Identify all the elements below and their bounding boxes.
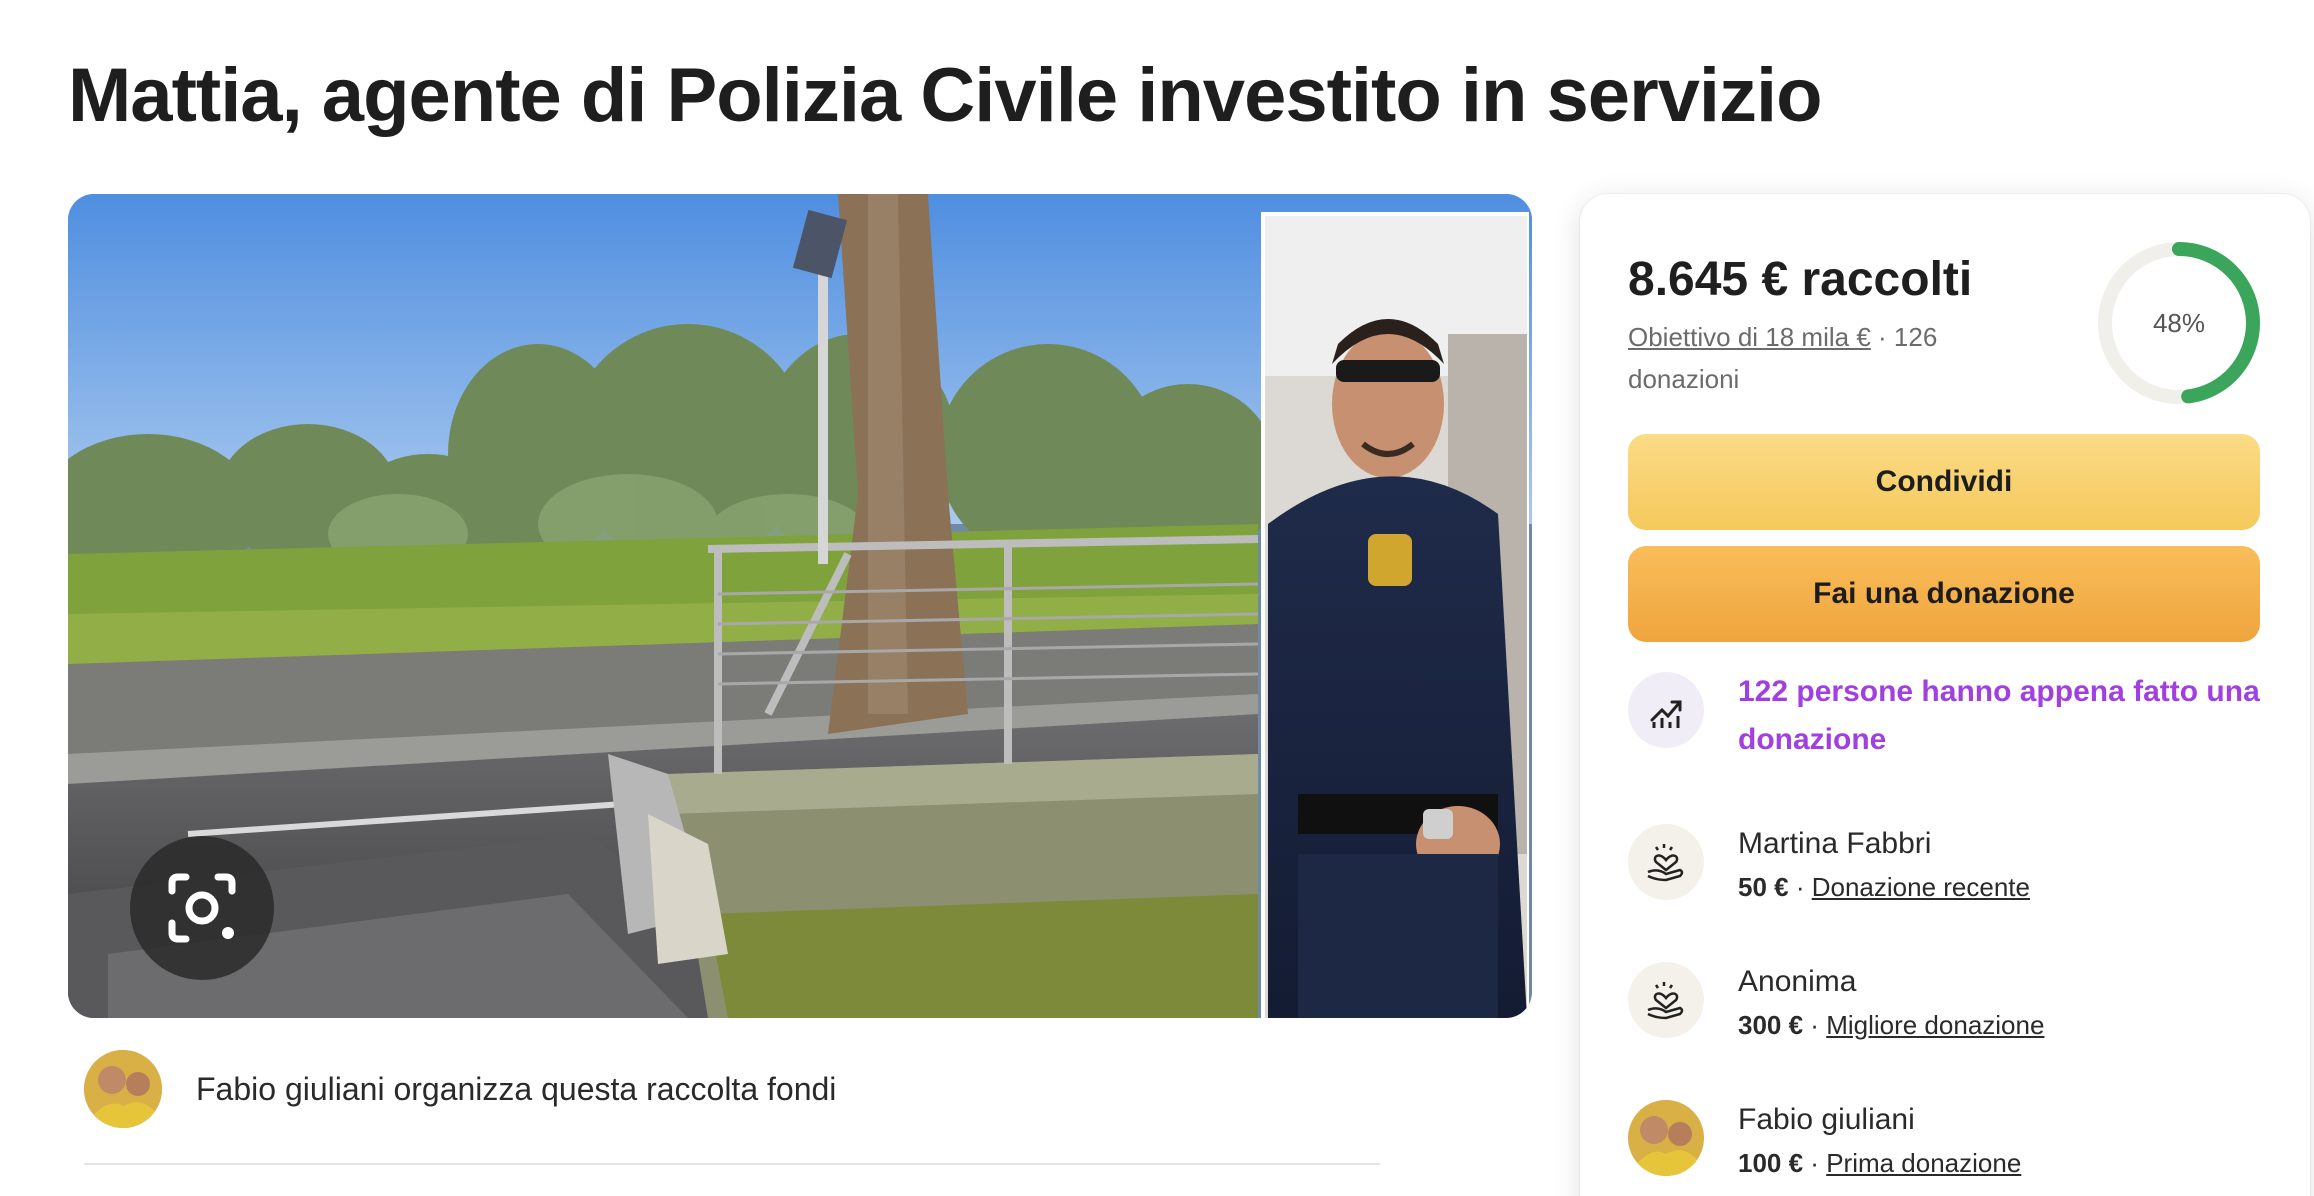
organizer-text: Fabio giuliani organizza questa raccolta… bbox=[196, 1070, 837, 1107]
recent-activity-text: 122 persone hanno appena fatto una donaz… bbox=[1738, 675, 2260, 756]
amount-raised: 8.645 € raccolti bbox=[1628, 253, 1973, 306]
donor-separator: · bbox=[1803, 1148, 1827, 1178]
donor-amount: 300 € bbox=[1738, 1010, 1804, 1040]
goal-separator: · bbox=[1870, 322, 1894, 352]
visual-search-button[interactable] bbox=[130, 836, 274, 980]
hero-photo bbox=[68, 194, 1532, 1018]
recent-activity: 122 persone hanno appena fatto una donaz… bbox=[1628, 672, 2268, 764]
donate-button[interactable]: Fai una donazione bbox=[1628, 546, 2260, 642]
donor-meta: 50 € · Donazione recente bbox=[1738, 864, 2030, 910]
donor-amount: 100 € bbox=[1738, 1148, 1804, 1178]
share-button[interactable]: Condividi bbox=[1628, 434, 2260, 530]
donor-amount: 50 € bbox=[1738, 872, 1789, 902]
donor-name: Martina Fabbri bbox=[1738, 827, 1932, 860]
goal-link[interactable]: Obiettivo di 18 mila € bbox=[1628, 322, 1871, 352]
donor-item: Martina Fabbri 50 € · Donazione recente bbox=[1628, 824, 2268, 910]
progress-ring: 48% bbox=[2096, 240, 2262, 406]
donor-tag-link[interactable]: Migliore donazione bbox=[1826, 1010, 2044, 1040]
goal-info: Obiettivo di 18 mila € · 126 donazioni bbox=[1628, 316, 2048, 400]
camera-lens-icon bbox=[168, 873, 236, 943]
donor-name: Fabio giuliani bbox=[1738, 1103, 1915, 1136]
donor-separator: · bbox=[1788, 872, 1812, 902]
donor-item: Fabio giuliani 100 € · Prima donazione bbox=[1628, 1100, 2268, 1186]
donor-meta: 300 € · Migliore donazione bbox=[1738, 1002, 2044, 1048]
campaign-hero-image[interactable] bbox=[68, 194, 1532, 1018]
organizer-row[interactable]: Fabio giuliani organizza questa raccolta… bbox=[84, 1050, 836, 1128]
trending-chart-icon bbox=[1628, 672, 1704, 748]
donor-avatar bbox=[1628, 1100, 1704, 1176]
donor-tag-link[interactable]: Prima donazione bbox=[1826, 1148, 2021, 1178]
organizer-avatar[interactable] bbox=[84, 1050, 162, 1128]
heart-hand-icon bbox=[1628, 824, 1704, 900]
divider bbox=[84, 1163, 1380, 1165]
page-title: Mattia, agente di Polizia Civile investi… bbox=[68, 53, 1823, 138]
donor-tag-link[interactable]: Donazione recente bbox=[1812, 872, 2030, 902]
donation-card: 8.645 € raccolti Obiettivo di 18 mila € … bbox=[1580, 194, 2310, 1196]
donor-meta: 100 € · Prima donazione bbox=[1738, 1140, 2021, 1186]
donor-item: Anonima 300 € · Migliore donazione bbox=[1628, 962, 2268, 1048]
heart-hand-icon bbox=[1628, 962, 1704, 1038]
donor-separator: · bbox=[1803, 1010, 1827, 1040]
donor-name: Anonima bbox=[1738, 965, 1857, 998]
progress-percent: 48% bbox=[2152, 307, 2206, 338]
